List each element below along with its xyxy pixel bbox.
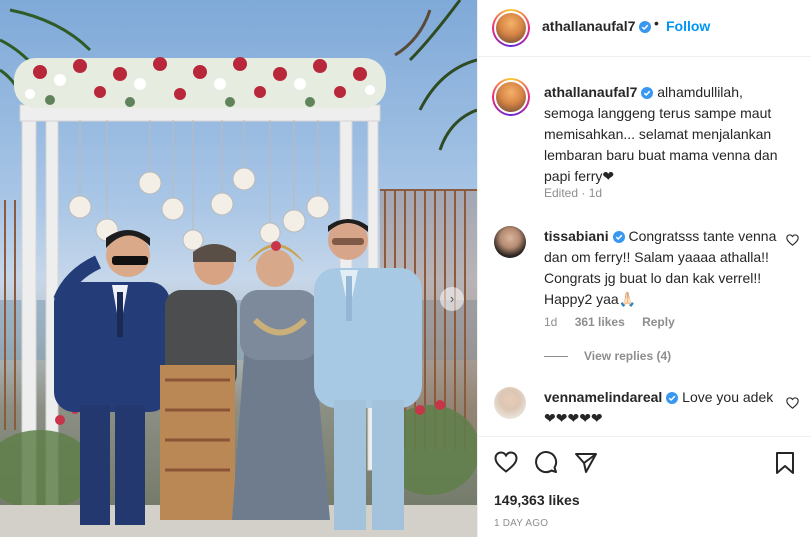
author-username[interactable]: athallanaufal7 [542, 18, 635, 34]
save-bookmark-icon[interactable] [775, 451, 795, 475]
commenter-avatar[interactable] [494, 387, 526, 419]
follow-button[interactable]: Follow [666, 18, 710, 34]
verified-badge-icon [612, 231, 625, 243]
commenter-avatar[interactable] [494, 226, 526, 258]
like-comment-heart-icon[interactable] [786, 234, 799, 246]
post-actions-bar: 149,363 likes 1 DAY AGO [478, 436, 811, 537]
separator-dot: • [654, 15, 659, 31]
author-avatar[interactable] [492, 9, 530, 47]
post-photo[interactable]: › [0, 0, 477, 537]
verified-badge-icon [639, 21, 652, 33]
verified-badge-icon [641, 87, 654, 99]
comment-item: vennamelindareal Love you adek ❤❤❤❤❤ [494, 387, 804, 431]
comment-age: 1d [544, 315, 558, 329]
like-count[interactable]: 149,363 likes [494, 492, 580, 508]
commenter-username[interactable]: vennamelindareal [544, 389, 662, 405]
tree-right [394, 0, 477, 151]
like-heart-icon[interactable] [494, 451, 518, 473]
caption-body: athallanaufal7 alhamdullilah, semoga lan… [544, 82, 794, 187]
next-slide-button[interactable]: › [440, 287, 464, 311]
person-groom [160, 244, 237, 520]
flower-garland [14, 57, 386, 108]
comment-body: tissabiani Congratsss tante venna dan om… [544, 226, 780, 310]
verified-badge-icon [666, 392, 679, 404]
post-date: 1 DAY AGO [494, 518, 549, 529]
hanging-lamps [68, 120, 330, 251]
comment-likes[interactable]: 361 likes [575, 315, 625, 329]
wedding-photo-illustration [0, 0, 477, 537]
caption-edited-meta: Edited · 1d [544, 186, 603, 200]
comment-bubble-icon[interactable] [534, 451, 558, 475]
post-header: athallanaufal7 • Follow [478, 0, 811, 57]
caption-author-avatar[interactable] [492, 78, 530, 116]
comment-item: tissabiani Congratsss tante venna dan om… [494, 226, 804, 336]
like-comment-heart-icon[interactable] [786, 397, 799, 409]
post-side-panel: athallanaufal7 • Follow athallanaufal7 a… [477, 0, 811, 537]
share-paper-plane-icon[interactable] [574, 451, 598, 475]
comment-body: vennamelindareal Love you adek ❤❤❤❤❤ [544, 387, 780, 429]
comment-meta: 1d 361 likes Reply [544, 315, 675, 329]
reply-button[interactable]: Reply [642, 315, 675, 329]
caption-author-username[interactable]: athallanaufal7 [544, 84, 637, 100]
view-replies-label: View replies (4) [584, 349, 672, 363]
view-replies-button[interactable]: View replies (4) [544, 349, 671, 363]
commenter-username[interactable]: tissabiani [544, 228, 609, 244]
replies-divider-line [544, 356, 568, 358]
